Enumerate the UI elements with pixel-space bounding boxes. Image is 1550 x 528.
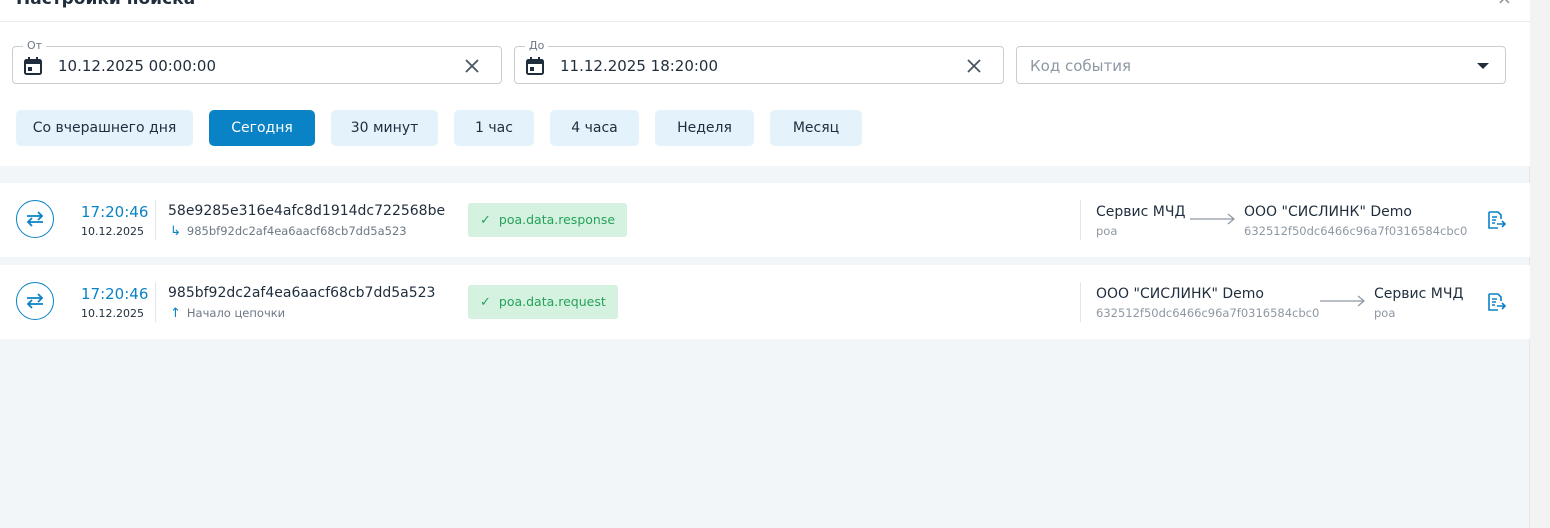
event-id[interactable]: 58e9285e316e4afc8d1914dc722568be — [168, 202, 445, 220]
event-type-badge: ✓ poa.data.response — [468, 203, 628, 237]
clear-to-icon[interactable] — [965, 57, 983, 75]
exchange-arrows-icon — [16, 282, 54, 320]
receiver-name: ООО "СИСЛИНК" Demo — [1244, 204, 1412, 220]
document-export-icon[interactable] — [1486, 210, 1506, 230]
preset-1-hour[interactable]: 1 час — [454, 110, 534, 146]
badge-label: poa.data.response — [498, 212, 616, 227]
sender-name: Сервис МЧД — [1096, 204, 1186, 220]
event-time: 17:20:46 — [81, 203, 149, 221]
check-icon: ✓ — [480, 295, 491, 310]
event-id[interactable]: 985bf92dc2af4ea6aacf68cb7dd5a523 — [168, 284, 435, 302]
receiver-name: Сервис МЧД — [1374, 286, 1464, 302]
divider — [155, 282, 156, 322]
preset-since-yesterday[interactable]: Со вчерашнего дня — [16, 110, 193, 146]
document-export-icon[interactable] — [1486, 292, 1506, 312]
close-icon[interactable]: × — [1497, 0, 1512, 9]
preset-month[interactable]: Месяц — [770, 110, 862, 146]
preset-today[interactable]: Сегодня — [209, 110, 315, 146]
preset-week[interactable]: Неделя — [655, 110, 754, 146]
arrow-up-icon: ↑ — [170, 306, 181, 321]
preset-4-hours[interactable]: 4 часа — [550, 110, 639, 146]
chevron-down-icon[interactable] — [1477, 63, 1489, 69]
sender-id: 632512f50dc6466c96a7f0316584cbc0 — [1096, 306, 1320, 320]
check-icon: ✓ — [480, 213, 491, 228]
event-code-placeholder: Код события — [1030, 57, 1131, 75]
event-time: 17:20:46 — [81, 285, 149, 303]
panel-title: Настройки поиска — [16, 0, 195, 9]
event-date: 10.12.2025 — [81, 225, 144, 238]
calendar-icon[interactable] — [525, 56, 545, 76]
panel-divider — [0, 21, 1530, 22]
divider — [155, 200, 156, 240]
from-date-field[interactable]: От 10.12.2025 00:00:00 — [12, 39, 502, 84]
arrow-right-icon — [1320, 295, 1365, 307]
scrollbar-track[interactable] — [1529, 0, 1550, 528]
reply-arrow-icon: ↳ — [170, 224, 181, 239]
parent-id-text: 985bf92dc2af4ea6aacf68cb7dd5a523 — [186, 224, 407, 238]
to-date-field[interactable]: До 11.12.2025 18:20:00 — [514, 39, 1004, 84]
divider — [1080, 282, 1081, 322]
exchange-arrows-icon — [16, 200, 54, 238]
from-legend: От — [23, 39, 47, 53]
search-settings-panel: Настройки поиска × От 10.12.2025 00:00:0… — [0, 0, 1530, 166]
sender-name: ООО "СИСЛИНК" Demo — [1096, 286, 1264, 302]
arrow-right-icon — [1190, 213, 1235, 225]
to-legend: До — [525, 39, 549, 53]
chain-start-text: Начало цепочки — [186, 306, 286, 320]
event-code-select[interactable]: Код события — [1016, 46, 1506, 84]
event-type-badge: ✓ poa.data.request — [468, 285, 618, 319]
event-row[interactable]: 17:20:46 10.12.2025 58e9285e316e4afc8d19… — [0, 183, 1530, 257]
chain-start: ↑ Начало цепочки — [170, 306, 285, 321]
badge-label: poa.data.request — [498, 294, 606, 309]
sender-id: poa — [1096, 224, 1118, 238]
from-date-value[interactable]: 10.12.2025 00:00:00 — [58, 57, 216, 75]
event-parent-id[interactable]: ↳ 985bf92dc2af4ea6aacf68cb7dd5a523 — [170, 224, 407, 239]
to-date-value[interactable]: 11.12.2025 18:20:00 — [560, 57, 718, 75]
divider — [1080, 200, 1081, 240]
event-date: 10.12.2025 — [81, 307, 144, 320]
calendar-icon[interactable] — [23, 56, 43, 76]
event-row[interactable]: 17:20:46 10.12.2025 985bf92dc2af4ea6aacf… — [0, 265, 1530, 339]
receiver-id: poa — [1374, 306, 1396, 320]
clear-from-icon[interactable] — [463, 57, 481, 75]
preset-30-min[interactable]: 30 минут — [331, 110, 438, 146]
receiver-id: 632512f50dc6466c96a7f0316584cbc0 — [1244, 224, 1468, 238]
